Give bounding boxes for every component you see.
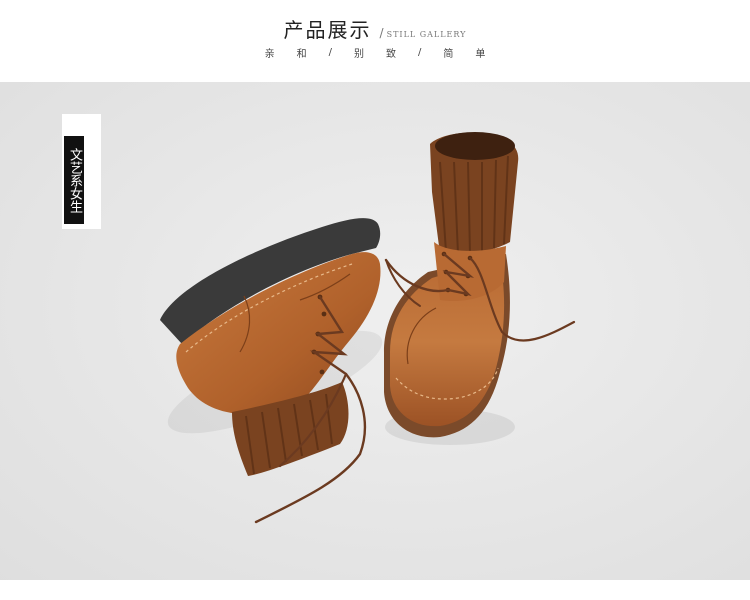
title-separator: / xyxy=(379,26,384,40)
photo-background xyxy=(0,82,750,580)
subtitle-separator: / xyxy=(328,46,332,58)
product-photo xyxy=(0,82,750,580)
subtitle-char: 亲 xyxy=(264,48,275,60)
subtitle-row: 亲 和 / 别 致 / 简 单 xyxy=(0,44,750,60)
subtitle-char: 和 xyxy=(296,48,307,60)
style-tag: 文艺系女生 xyxy=(62,114,101,229)
title-row: 产品展示 / STILL GALLERY xyxy=(0,14,750,44)
page-title: 产品展示 xyxy=(283,18,372,42)
header: 产品展示 / STILL GALLERY 亲 和 / 别 致 / 简 单 xyxy=(0,0,750,82)
bottom-strip xyxy=(0,580,750,600)
style-tag-text: 文艺系女生 xyxy=(64,136,84,224)
subtitle-separator: / xyxy=(418,46,422,58)
subtitle-char: 单 xyxy=(475,48,486,60)
subtitle-char: 简 xyxy=(443,48,454,60)
subtitle-char: 别 xyxy=(354,48,364,60)
boots-illustration xyxy=(0,82,750,580)
subtitle-char: 致 xyxy=(386,48,396,60)
page-title-en: STILL GALLERY xyxy=(386,30,467,39)
